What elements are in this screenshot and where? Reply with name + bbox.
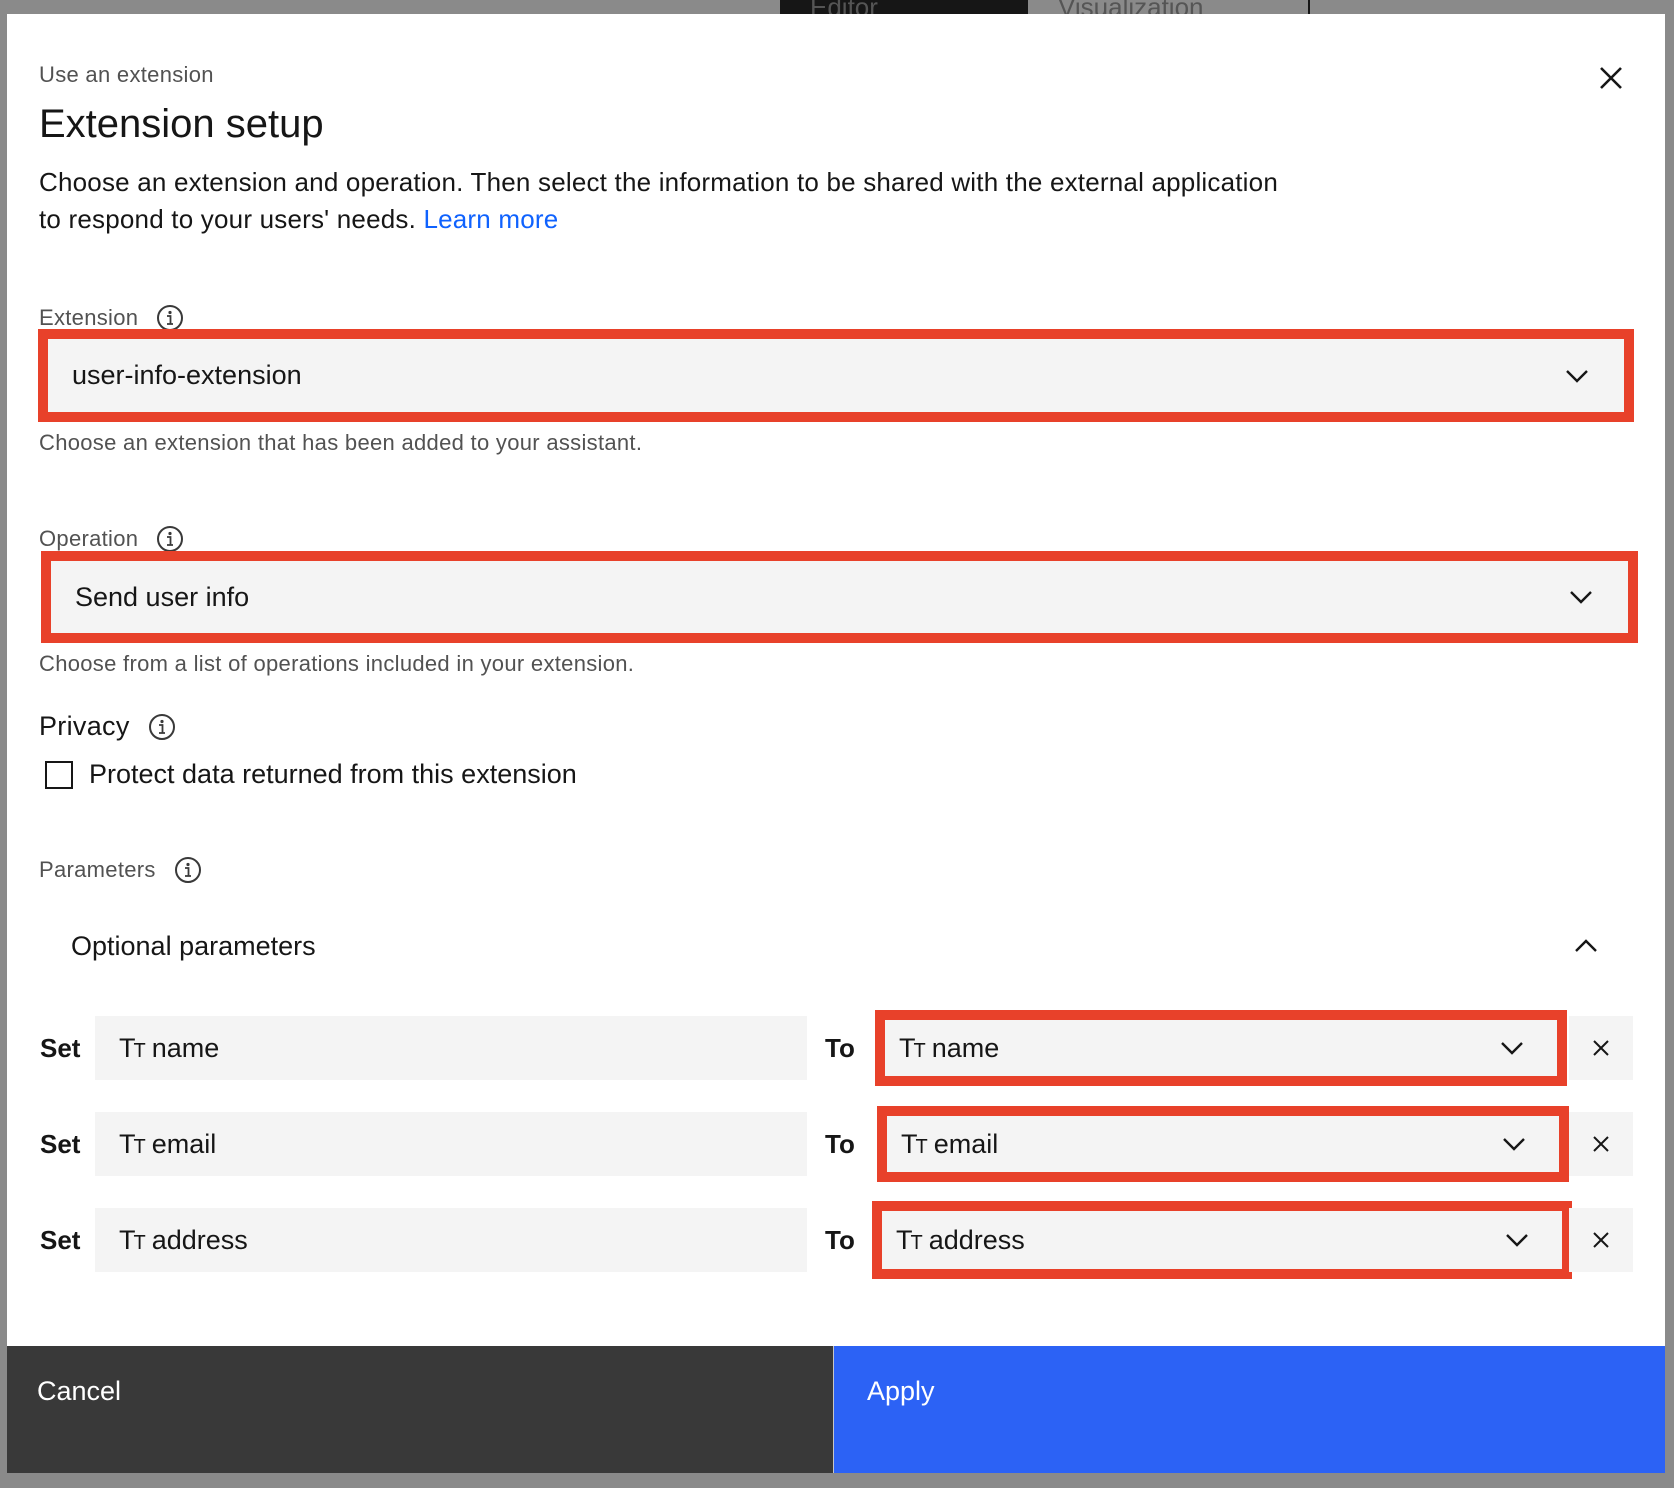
to-label: To bbox=[825, 1033, 855, 1063]
learn-more-link[interactable]: Learn more bbox=[423, 204, 558, 234]
text-type-icon: TT bbox=[901, 1128, 928, 1159]
close-button[interactable] bbox=[1591, 58, 1631, 98]
text-type-icon: TT bbox=[119, 1128, 146, 1159]
parameters-label: Parameters bbox=[39, 856, 202, 884]
modal-footer: Cancel Apply bbox=[7, 1346, 1665, 1473]
parameter-name: name bbox=[151, 1032, 220, 1063]
parameter-row: Set TT name To TT name bbox=[7, 1010, 1665, 1086]
chevron-down-icon bbox=[1503, 1138, 1525, 1151]
text-type-icon: TT bbox=[896, 1224, 923, 1255]
extension-dropdown[interactable]: user-info-extension bbox=[48, 339, 1624, 412]
set-label: Set bbox=[40, 1225, 81, 1255]
remove-parameter-button[interactable] bbox=[1569, 1112, 1633, 1176]
protect-data-checkbox[interactable] bbox=[45, 760, 73, 789]
privacy-label: Privacy bbox=[39, 711, 176, 742]
extension-label: Extension bbox=[39, 304, 184, 332]
modal-title: Extension setup bbox=[39, 102, 324, 146]
value-dropdown-highlight: TT address bbox=[872, 1201, 1572, 1279]
parameter-name-field: TT name bbox=[95, 1016, 807, 1080]
parameter-row: Set TT address To TT address bbox=[7, 1201, 1665, 1279]
value-dropdown[interactable]: TT email bbox=[887, 1116, 1559, 1172]
close-icon bbox=[1593, 1136, 1609, 1152]
close-icon bbox=[1593, 1232, 1609, 1248]
to-label: To bbox=[825, 1225, 855, 1255]
remove-parameter-button[interactable] bbox=[1569, 1016, 1633, 1080]
chevron-down-icon bbox=[1566, 369, 1588, 383]
protect-data-label: Protect data returned from this extensio… bbox=[89, 759, 577, 789]
extension-label-text: Extension bbox=[39, 305, 139, 330]
background-tabs: Editor Visualization bbox=[780, 0, 1310, 14]
accordion-title: Optional parameters bbox=[71, 930, 316, 961]
chevron-down-icon bbox=[1501, 1042, 1523, 1055]
set-label: Set bbox=[40, 1033, 81, 1063]
operation-label-text: Operation bbox=[39, 526, 139, 551]
value-dropdown-highlight: TT name bbox=[875, 1010, 1567, 1086]
close-icon bbox=[1600, 67, 1622, 89]
parameters-label-text: Parameters bbox=[39, 857, 156, 882]
parameter-name-field: TT email bbox=[95, 1112, 807, 1176]
extension-dropdown-highlight: user-info-extension bbox=[38, 329, 1634, 422]
close-icon bbox=[1593, 1040, 1609, 1056]
description-text: Choose an extension and operation. Then … bbox=[39, 167, 1278, 234]
info-icon[interactable] bbox=[156, 304, 184, 332]
extension-dropdown-value: user-info-extension bbox=[72, 360, 302, 390]
extension-helper-text: Choose an extension that has been added … bbox=[39, 430, 643, 455]
parameter-name: address bbox=[151, 1224, 248, 1255]
set-label: Set bbox=[40, 1129, 81, 1159]
value-dropdown[interactable]: TT name bbox=[885, 1020, 1557, 1076]
operation-dropdown-value: Send user info bbox=[75, 581, 250, 612]
text-type-icon: TT bbox=[899, 1032, 926, 1063]
value-dropdown[interactable]: TT address bbox=[882, 1211, 1562, 1269]
info-icon[interactable] bbox=[174, 856, 202, 884]
operation-dropdown-highlight: Send user info bbox=[41, 551, 1638, 643]
info-icon[interactable] bbox=[148, 713, 176, 741]
operation-helper-text: Choose from a list of operations include… bbox=[39, 651, 635, 676]
extension-setup-modal: Use an extension Extension setup Choose … bbox=[7, 14, 1665, 1473]
chevron-down-icon bbox=[1570, 591, 1592, 604]
apply-button[interactable]: Apply bbox=[834, 1346, 1665, 1473]
cancel-button[interactable]: Cancel bbox=[7, 1346, 834, 1473]
parameter-row: Set TT email To TT email bbox=[7, 1106, 1665, 1182]
text-type-icon: TT bbox=[119, 1224, 146, 1255]
to-label: To bbox=[825, 1129, 855, 1159]
value-dropdown-value: address bbox=[928, 1224, 1025, 1255]
remove-parameter-button[interactable] bbox=[1569, 1208, 1633, 1272]
chevron-down-icon bbox=[1506, 1234, 1528, 1247]
protect-data-option[interactable]: Protect data returned from this extensio… bbox=[45, 759, 577, 790]
parameter-name-field: TT address bbox=[95, 1208, 807, 1272]
info-icon[interactable] bbox=[156, 525, 184, 553]
text-type-icon: TT bbox=[119, 1032, 146, 1063]
modal-eyebrow: Use an extension bbox=[39, 62, 214, 87]
value-dropdown-highlight: TT email bbox=[877, 1106, 1569, 1182]
privacy-label-text: Privacy bbox=[39, 711, 130, 741]
operation-label: Operation bbox=[39, 525, 184, 553]
chevron-up-icon bbox=[1575, 939, 1597, 952]
tab-visualization: Visualization bbox=[1028, 0, 1310, 14]
operation-dropdown[interactable]: Send user info bbox=[51, 561, 1628, 633]
optional-parameters-accordion[interactable]: Optional parameters bbox=[39, 914, 1633, 978]
value-dropdown-value: name bbox=[931, 1032, 1000, 1063]
modal-description: Choose an extension and operation. Then … bbox=[39, 164, 1289, 238]
tab-editor: Editor bbox=[780, 0, 1028, 14]
parameter-name: email bbox=[151, 1128, 217, 1159]
value-dropdown-value: email bbox=[933, 1128, 999, 1159]
